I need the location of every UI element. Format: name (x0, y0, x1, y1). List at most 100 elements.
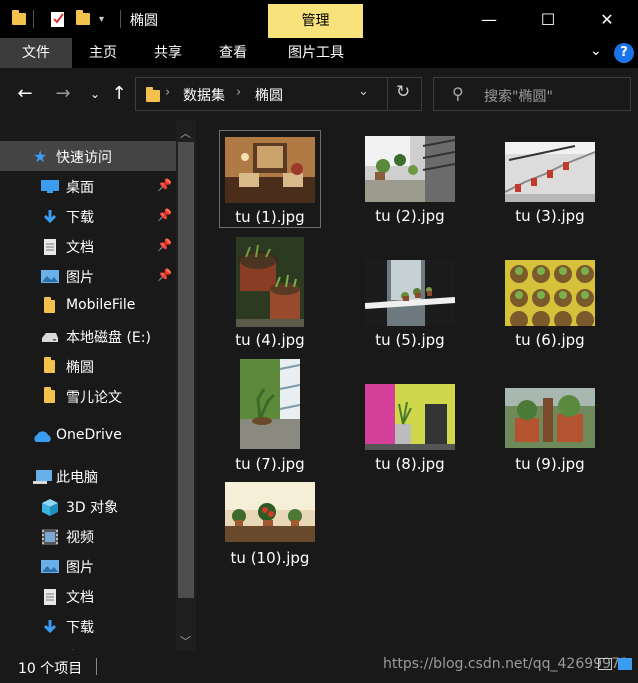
file-tile[interactable]: tu (2).jpg (359, 130, 461, 228)
sidebar-item-label: 本地磁盘 (E:) (66, 330, 151, 346)
folder-icon (44, 357, 62, 375)
file-name: tu (9).jpg (515, 455, 585, 473)
thumbnail-image (365, 260, 455, 326)
pin-icon[interactable]: 📌 (157, 178, 172, 192)
file-list: tu (1).jpg tu (2).jpg tu (3).jpg tu (4).… (196, 120, 638, 650)
file-tile[interactable]: tu (1).jpg (219, 130, 321, 228)
divider (33, 10, 34, 28)
pin-icon[interactable]: 📌 (157, 208, 172, 222)
search-icon: ⚲ (452, 84, 464, 103)
thumbnail-image (365, 136, 455, 202)
refresh-button[interactable]: ↻ (387, 77, 422, 111)
ribbon: 文件 主页 共享 查看 图片工具 ⌄ ? (0, 38, 638, 68)
help-icon[interactable]: ? (614, 43, 634, 63)
sidebar-item-label: 此电脑 (56, 470, 98, 486)
tab-home[interactable]: 主页 (78, 38, 128, 68)
sidebar-item-mobilefile[interactable]: MobileFile (0, 291, 176, 321)
sidebar-item-label: 3D 对象 (66, 500, 119, 516)
pin-icon[interactable]: 📌 (157, 268, 172, 282)
sidebar-item-ellipse[interactable]: 椭圆 (0, 351, 176, 381)
file-name: tu (2).jpg (375, 207, 445, 225)
refresh-icon: ↻ (396, 82, 411, 102)
address-bar[interactable]: › 数据集 › 椭圆 ⌄ (135, 77, 422, 111)
folder-icon (44, 387, 62, 405)
sidebar-item-pictures[interactable]: 图片 📌 (0, 261, 176, 291)
sidebar-item-local-disk[interactable]: 本地磁盘 (E:) (0, 321, 176, 351)
sidebar-item-label: 下载 (66, 620, 94, 636)
tab-share[interactable]: 共享 (143, 38, 193, 68)
thumbnail-image (240, 359, 300, 449)
sidebar-item-quick-access[interactable]: ★ 快速访问 (0, 141, 176, 171)
sidebar-item-label: MobileFile (66, 297, 136, 313)
search-box[interactable]: ⚲ 搜索"椭圆" (433, 77, 631, 111)
breadcrumb-separator-icon[interactable]: › (236, 85, 241, 100)
file-tile[interactable]: tu (7).jpg (219, 359, 321, 476)
scroll-up-icon[interactable]: ︿ (180, 125, 191, 141)
sidebar-item-label: 下载 (66, 210, 94, 226)
sidebar-item-label: 椭圆 (66, 360, 94, 376)
sidebar-item-3d-objects[interactable]: 3D 对象 (0, 491, 176, 521)
title-bar: ▾ 椭圆 管理 — ☐ ✕ (0, 0, 638, 38)
file-tile[interactable]: tu (5).jpg (359, 254, 461, 352)
desktop-icon (41, 179, 59, 194)
forward-icon[interactable]: → (52, 82, 74, 106)
thumbnail-image (225, 137, 315, 203)
tab-manage[interactable]: 管理 (268, 4, 363, 38)
scroll-down-icon[interactable]: ﹀ (180, 633, 191, 649)
sidebar-item-downloads-pc[interactable]: 下载 (0, 611, 176, 641)
breadcrumb-separator-icon[interactable]: › (165, 85, 170, 100)
pin-icon[interactable]: 📌 (157, 238, 172, 252)
expand-ribbon-icon[interactable]: ⌄ (590, 43, 602, 59)
sidebar-item-downloads[interactable]: 下载 📌 (0, 201, 176, 231)
sidebar-item-thesis[interactable]: 雪儿论文 (0, 381, 176, 411)
sidebar-item-documents[interactable]: 文档 📌 (0, 231, 176, 261)
sidebar-item-music[interactable]: ♪ 音乐 (0, 641, 176, 650)
sidebar-item-label: 视频 (66, 530, 94, 546)
file-name: tu (10).jpg (230, 549, 310, 567)
sidebar-item-videos[interactable]: 视频 (0, 521, 176, 551)
thumbnail-image (225, 482, 315, 542)
search-input[interactable]: 搜索"椭圆" (484, 86, 553, 106)
customize-toolbar-icon[interactable]: ▾ (99, 9, 104, 29)
tab-view[interactable]: 查看 (208, 38, 258, 68)
up-icon[interactable]: ↑ (108, 82, 130, 106)
file-tile[interactable]: tu (4).jpg (219, 237, 321, 352)
file-tile[interactable]: tu (10).jpg (219, 472, 321, 570)
item-count: 10 个项目 (18, 661, 83, 677)
minimize-button[interactable]: — (460, 0, 518, 38)
tab-picture-tools[interactable]: 图片工具 (276, 38, 356, 68)
folder-icon (146, 87, 160, 102)
sidebar-scrollbar-thumb[interactable] (178, 142, 194, 598)
file-tile[interactable]: tu (8).jpg (359, 378, 461, 476)
properties-icon[interactable] (50, 9, 66, 29)
thumbnail-image (505, 260, 595, 326)
back-icon[interactable]: ← (14, 82, 36, 106)
file-name: tu (4).jpg (235, 331, 305, 349)
sidebar-item-this-pc[interactable]: 此电脑 (0, 461, 176, 491)
document-icon (41, 589, 59, 605)
recent-locations-icon[interactable]: ⌄ (84, 82, 106, 106)
sidebar-item-documents-pc[interactable]: 文档 (0, 581, 176, 611)
breadcrumb-dataset[interactable]: 数据集 (183, 85, 225, 105)
sidebar-item-onedrive[interactable]: OneDrive (0, 421, 176, 451)
download-icon (41, 209, 59, 224)
sidebar-item-label: 文档 (66, 590, 94, 606)
large-icons-view-icon[interactable] (618, 658, 632, 670)
picture-icon (41, 559, 59, 574)
file-tile[interactable]: tu (9).jpg (499, 378, 601, 476)
sidebar-item-pictures-pc[interactable]: 图片 (0, 551, 176, 581)
thumbnail-image (365, 384, 455, 450)
tab-file[interactable]: 文件 (0, 38, 72, 68)
folder-icon (44, 297, 62, 315)
chevron-down-icon[interactable]: ⌄ (358, 84, 369, 99)
download-icon (41, 619, 59, 634)
breadcrumb-ellipse[interactable]: 椭圆 (255, 85, 283, 105)
file-tile[interactable]: tu (3).jpg (499, 130, 601, 228)
maximize-button[interactable]: ☐ (519, 0, 577, 38)
picture-icon (41, 269, 59, 284)
close-button[interactable]: ✕ (578, 0, 636, 38)
new-folder-icon[interactable] (76, 9, 90, 29)
sidebar-item-desktop[interactable]: 桌面 📌 (0, 171, 176, 201)
details-view-icon[interactable] (598, 658, 612, 670)
file-tile[interactable]: tu (6).jpg (499, 254, 601, 352)
